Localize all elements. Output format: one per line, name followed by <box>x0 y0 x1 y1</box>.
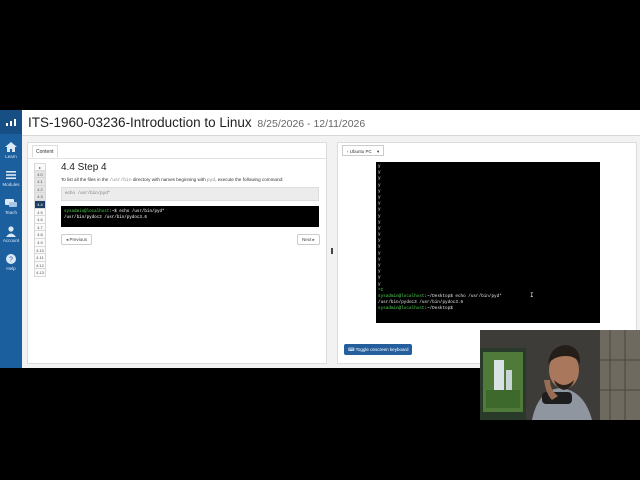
step-item[interactable]: 4.5 <box>34 208 46 217</box>
step-item[interactable]: 4.13 <box>34 269 46 277</box>
sample-output: /usr/bin/pydoc3 /usr/bin/pydoc3.6 <box>64 216 147 220</box>
sample-terminal-output: sysadmin@localhost:~$ echo /usr/bin/pyd*… <box>61 206 319 227</box>
screen: Learn Modules Teach Account ? Help ITS-1… <box>0 0 640 480</box>
step-item[interactable]: 4.1 <box>34 178 46 186</box>
course-title: ITS-1960-03236-Introduction to Linux <box>28 115 252 130</box>
tab-divider <box>28 158 326 159</box>
step-item[interactable]: 4.9 <box>34 238 46 247</box>
sample-command: :~$ echo /usr/bin/pyd* <box>109 210 165 214</box>
command-box[interactable]: echo /usr/bin/pyd* <box>61 187 319 201</box>
step-item[interactable]: 4.11 <box>34 254 46 262</box>
lesson-instructions: To list all the files in the /usr/bin di… <box>61 177 323 183</box>
nav-help[interactable]: ? Help <box>0 250 22 278</box>
left-nav-rail: Learn Modules Teach Account ? Help <box>0 110 22 368</box>
instruction-text: directory with names beginning with <box>131 177 207 182</box>
chat-icon <box>5 199 17 207</box>
instruction-text: To list all the files in the <box>61 177 110 182</box>
help-icon: ? <box>6 254 16 264</box>
user-icon <box>6 226 16 237</box>
step-item[interactable]: 4.8 <box>34 231 46 239</box>
step-navigator: ▸ 4.0 4.1 4.2 4.3 4.4 4.5 4.6 4.7 4.8 4.9 4.10 4.11 4… <box>34 163 46 277</box>
nav-learn[interactable]: Learn <box>0 138 22 166</box>
step-item[interactable]: 4.2 <box>34 185 46 194</box>
step-item[interactable]: ▸ <box>34 163 46 171</box>
text-cursor-icon: I <box>530 292 534 299</box>
step-item[interactable]: 4.3 <box>34 193 46 201</box>
next-button[interactable]: Next ▸ <box>297 234 320 245</box>
chevron-down-icon: ▾ <box>377 149 380 154</box>
step-item[interactable]: 4.10 <box>34 246 46 255</box>
nav-teach[interactable]: Teach <box>0 194 22 222</box>
previous-button[interactable]: ◂ Previous <box>61 234 93 245</box>
home-icon <box>5 142 17 152</box>
app-logo <box>0 110 22 134</box>
step-item[interactable]: 4.12 <box>34 261 46 270</box>
instruction-text: , execute the following command: <box>215 177 284 182</box>
nav-modules[interactable]: Modules <box>0 166 22 194</box>
terminal-prompt-line: sysadmin@localhost:~/Desktop$ <box>378 306 453 312</box>
step-item[interactable]: 4.7 <box>34 223 46 232</box>
sample-prompt: sysadmin@localhost <box>64 210 110 214</box>
tab-content[interactable]: Content <box>32 145 58 158</box>
nav-account[interactable]: Account <box>0 222 22 250</box>
panel-splitter-handle[interactable] <box>331 248 333 254</box>
terminal-y-lines: yyyyyyyyyyyyyyyyyyyy <box>378 164 598 288</box>
course-header: ITS-1960-03236-Introduction to Linux 8/2… <box>22 110 640 136</box>
svg-text:?: ? <box>9 257 13 264</box>
webcam-overlay <box>480 330 640 420</box>
vm-terminal-screen[interactable]: yyyyyyyyyyyyyyyyyyyy ^C sysadmin@localho… <box>376 162 600 323</box>
lesson-title: 4.4 Step 4 <box>61 162 107 173</box>
list-icon <box>6 171 16 179</box>
step-item[interactable]: 4.0 <box>34 170 46 179</box>
inline-code-path: /usr/bin <box>109 178 132 183</box>
content-panel: Content ▸ 4.0 4.1 4.2 4.3 4.4 4.5 4.6 4.7 4.8 4.9 4… <box>27 142 327 364</box>
course-dates: 8/25/2026 - 12/11/2026 <box>257 118 366 130</box>
tab-ubuntu-pc[interactable]: ‹ Ubuntu PC ▾ <box>342 145 385 156</box>
step-item[interactable]: 4.6 <box>34 216 46 224</box>
webcam-video-image <box>480 330 640 420</box>
vm-tab-label: ‹ Ubuntu PC <box>347 149 372 154</box>
inline-code-prefix: pyd <box>206 178 216 183</box>
step-item[interactable]: 4.4 <box>34 200 46 209</box>
toggle-onscreen-keyboard-button[interactable]: ⌨ Toggle onscreen keyboard <box>344 344 413 355</box>
